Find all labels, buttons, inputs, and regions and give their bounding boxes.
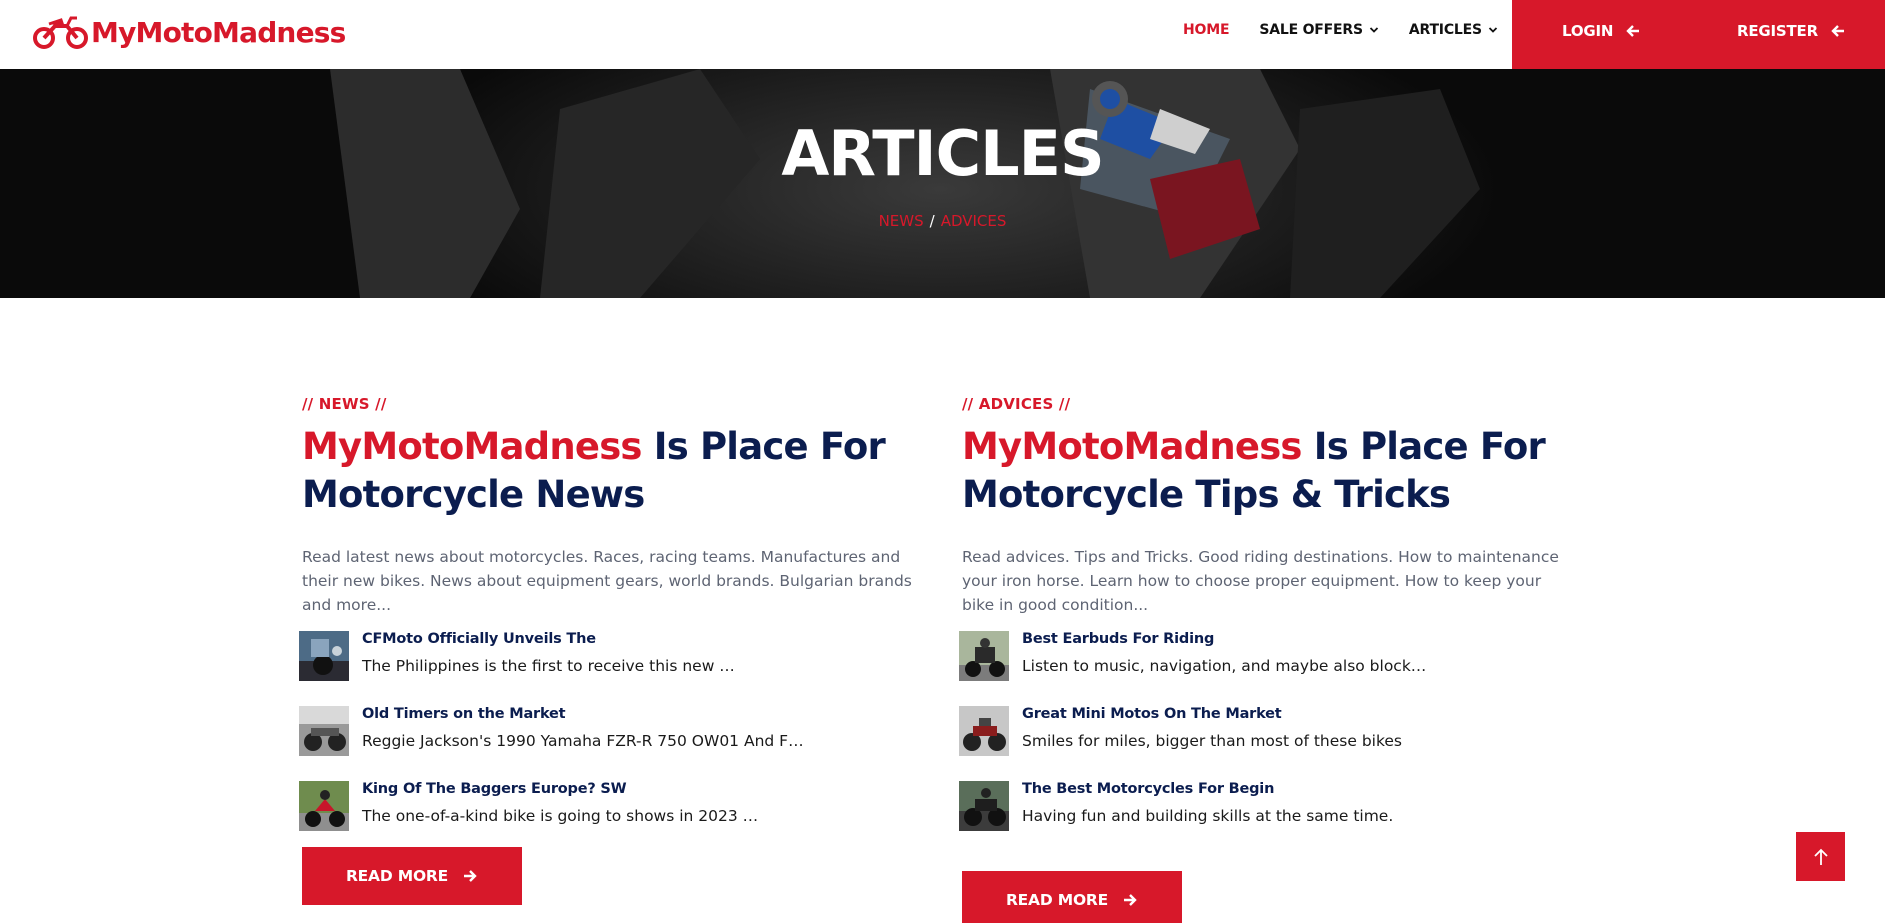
article-item[interactable]: The Best Motorcycles For Begin Having fu… xyxy=(959,777,1582,852)
heading-brand: MyMotoMadness xyxy=(302,425,642,468)
brand-logo[interactable]: MyMotoMadness xyxy=(33,12,346,52)
heading-brand: MyMotoMadness xyxy=(962,425,1302,468)
advices-section: // ADVICES // MyMotoMadness Is Place For… xyxy=(959,395,1582,852)
article-excerpt: Reggie Jackson's 1990 Yamaha FZR-R 750 O… xyxy=(362,732,804,750)
page-title: ARTICLES xyxy=(781,117,1104,190)
motorcycle-icon xyxy=(33,16,88,49)
arrow-left-icon xyxy=(1831,25,1844,37)
article-list: CFMoto Officially Unveils The The Philip… xyxy=(299,627,922,852)
register-button[interactable]: REGISTER xyxy=(1737,0,1846,62)
main-nav: HOME SALE OFFERS ARTICLES xyxy=(1183,0,1528,60)
article-thumbnail[interactable] xyxy=(959,631,1009,681)
chevron-down-icon xyxy=(1488,27,1498,33)
section-heading: MyMotoMadness Is Place For Motorcycle Ne… xyxy=(302,423,922,519)
article-item[interactable]: Old Timers on the Market Reggie Jackson'… xyxy=(299,702,922,777)
article-excerpt: The one-of-a-kind bike is going to shows… xyxy=(362,807,759,825)
heading-rest: Is Place For xyxy=(641,425,886,468)
heading-line2: Motorcycle News xyxy=(302,473,645,516)
nav-item-sale-offers[interactable]: SALE OFFERS xyxy=(1259,22,1379,38)
read-more-label: READ MORE xyxy=(1005,891,1109,909)
section-eyebrow: // NEWS // xyxy=(302,395,387,413)
nav-item-articles[interactable]: ARTICLES xyxy=(1409,22,1498,38)
article-item[interactable]: Best Earbuds For Riding Listen to music,… xyxy=(959,627,1582,702)
chevron-down-icon xyxy=(1369,27,1379,33)
section-description: Read advices. Tips and Tricks. Good ridi… xyxy=(962,548,1559,614)
article-excerpt: The Philippines is the first to receive … xyxy=(362,657,735,675)
arrow-left-icon xyxy=(1626,25,1640,37)
article-excerpt: Having fun and building skills at the sa… xyxy=(1022,807,1394,825)
article-title[interactable]: CFMoto Officially Unveils The xyxy=(362,631,596,647)
heading-rest: Is Place For xyxy=(1301,425,1546,468)
section-description: Read latest news about motorcycles. Race… xyxy=(302,548,912,614)
news-section: // NEWS // MyMotoMadness Is Place For Mo… xyxy=(299,395,922,852)
breadcrumb-news[interactable]: NEWS xyxy=(879,212,924,230)
article-excerpt: Listen to music, navigation, and maybe a… xyxy=(1022,657,1427,675)
article-thumbnail[interactable] xyxy=(299,631,349,681)
article-thumbnail[interactable] xyxy=(299,781,349,831)
section-heading: MyMotoMadness Is Place For Motorcycle Ti… xyxy=(962,423,1582,519)
heading-line2: Motorcycle Tips & Tricks xyxy=(962,473,1451,516)
read-more-label: READ MORE xyxy=(345,867,449,885)
article-item[interactable]: Great Mini Motos On The Market Smiles fo… xyxy=(959,702,1582,777)
nav-item-label: SALE OFFERS xyxy=(1259,22,1363,38)
hero-banner: ARTICLES NEWS / ADVICES xyxy=(0,69,1885,298)
breadcrumb-separator: / xyxy=(929,212,935,230)
news-read-more-button[interactable]: READ MORE xyxy=(302,847,522,905)
brand-name: MyMotoMadness xyxy=(91,15,346,49)
register-label: REGISTER xyxy=(1737,22,1818,40)
article-thumbnail[interactable] xyxy=(959,781,1009,831)
breadcrumb: NEWS / ADVICES xyxy=(0,212,1885,230)
article-excerpt: Smiles for miles, bigger than most of th… xyxy=(1022,732,1402,750)
article-title[interactable]: The Best Motorcycles For Begin xyxy=(1022,781,1274,797)
arrow-right-icon xyxy=(1124,894,1137,906)
login-button[interactable]: LOGIN xyxy=(1562,0,1641,62)
article-thumbnail[interactable] xyxy=(299,706,349,756)
article-list: Best Earbuds For Riding Listen to music,… xyxy=(959,627,1582,852)
arrow-right-icon xyxy=(464,870,477,882)
article-title[interactable]: Old Timers on the Market xyxy=(362,706,566,722)
advices-read-more-button[interactable]: READ MORE xyxy=(962,871,1182,923)
auth-bar: LOGIN REGISTER xyxy=(1512,0,1885,69)
nav-item-label: ARTICLES xyxy=(1408,22,1482,38)
article-title[interactable]: King Of The Baggers Europe? SW xyxy=(362,781,627,797)
section-eyebrow: // ADVICES // xyxy=(962,395,1071,413)
article-title[interactable]: Great Mini Motos On The Market xyxy=(1022,706,1282,722)
article-item[interactable]: King Of The Baggers Europe? SW The one-o… xyxy=(299,777,922,852)
article-title[interactable]: Best Earbuds For Riding xyxy=(1022,631,1214,647)
article-item[interactable]: CFMoto Officially Unveils The The Philip… xyxy=(299,627,922,702)
breadcrumb-advices[interactable]: ADVICES xyxy=(941,212,1007,230)
arrow-up-icon xyxy=(1813,848,1828,865)
login-label: LOGIN xyxy=(1562,22,1614,40)
nav-item-home[interactable]: HOME xyxy=(1183,22,1230,38)
site-header: MyMotoMadness HOME SALE OFFERS ARTICLES … xyxy=(0,0,1885,69)
back-to-top-button[interactable] xyxy=(1796,832,1845,881)
nav-item-label: HOME xyxy=(1183,22,1230,38)
article-thumbnail[interactable] xyxy=(959,706,1009,756)
